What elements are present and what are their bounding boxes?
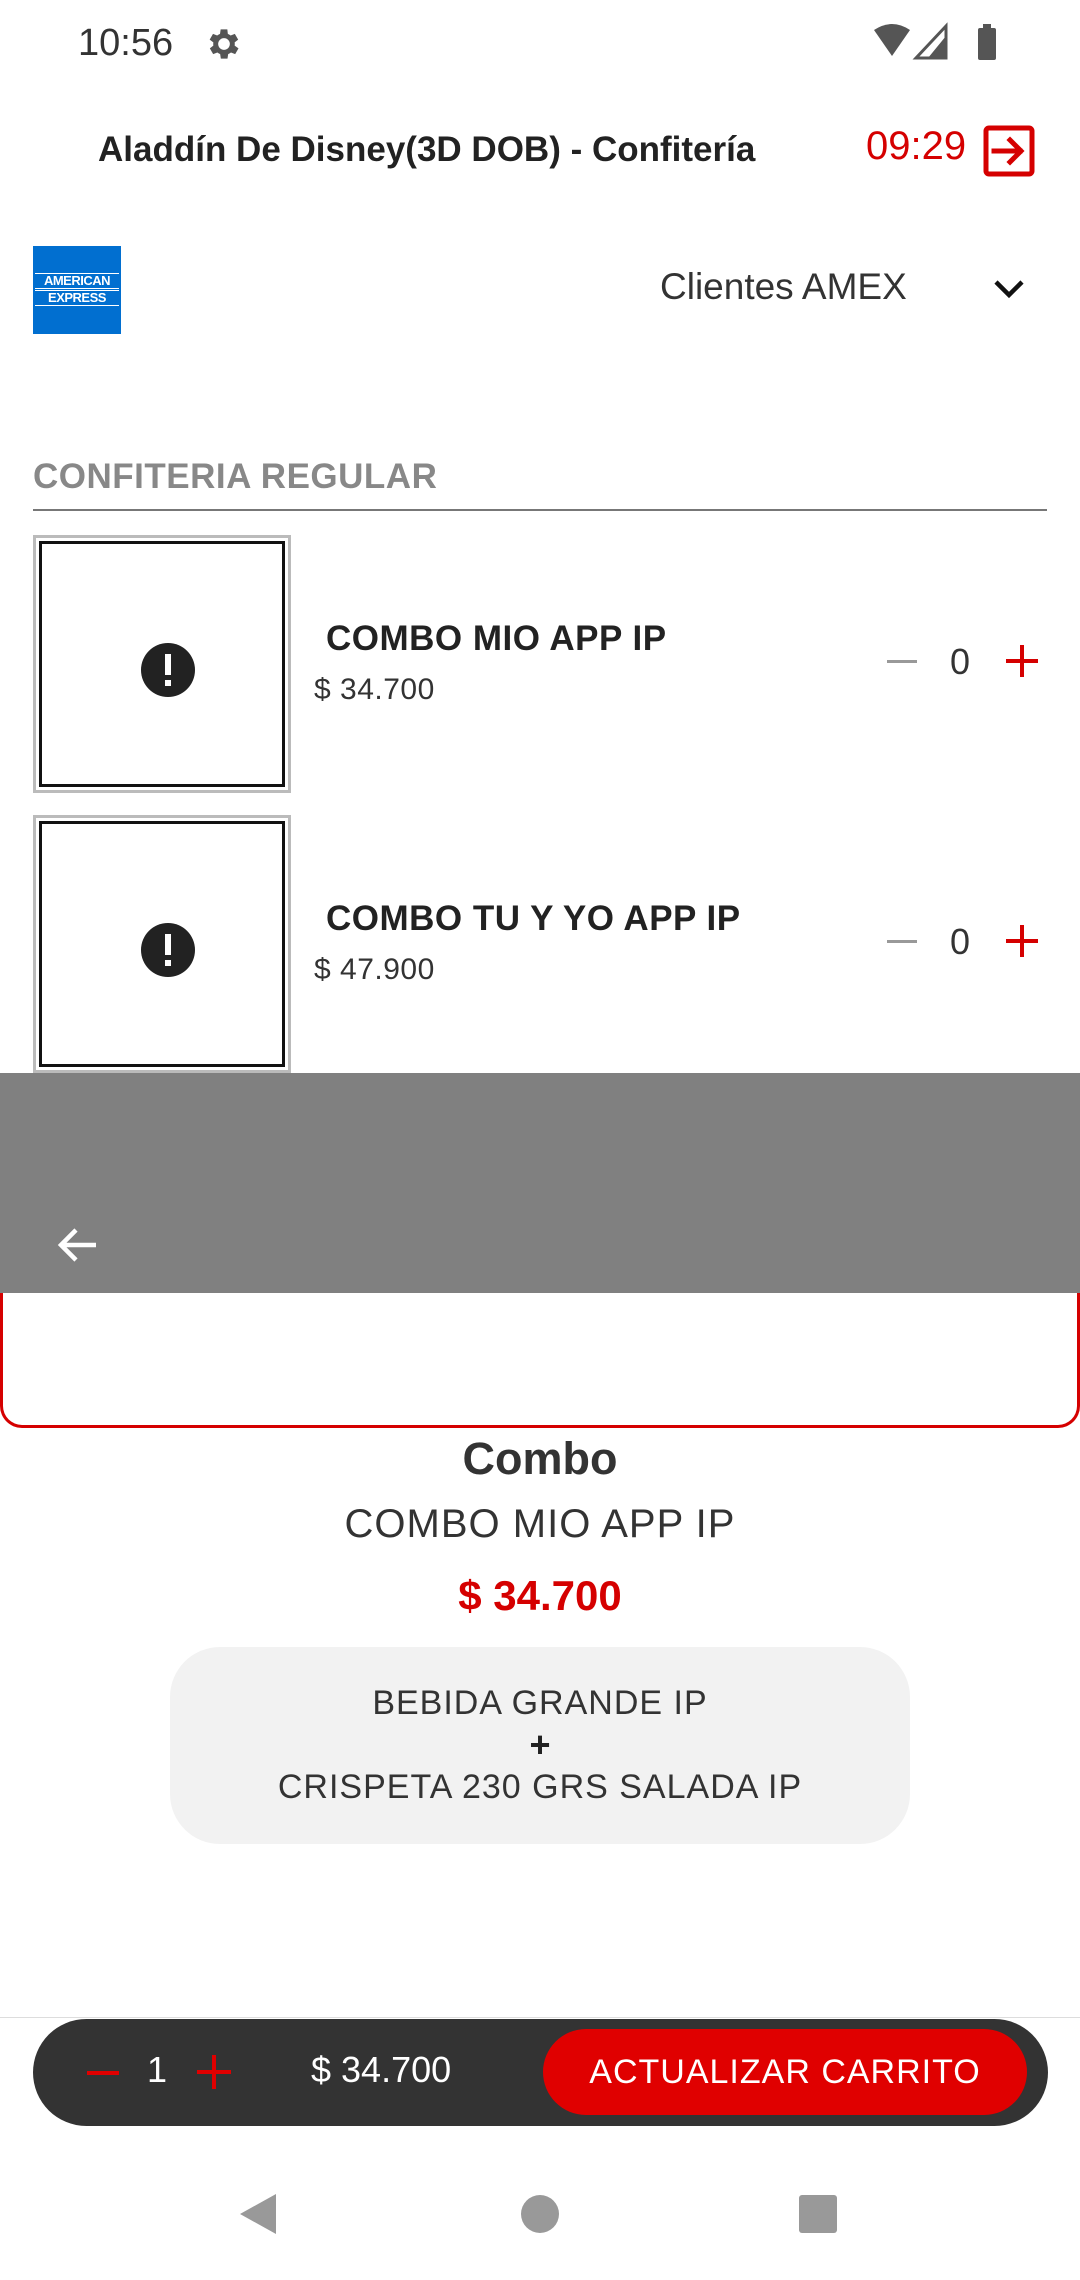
section-title: CONFITERIA REGULAR: [33, 457, 438, 496]
component-item: CRISPETA 230 GRS SALADA IP: [277, 1768, 803, 1806]
update-cart-button[interactable]: ACTUALIZAR CARRITO: [543, 2029, 1027, 2115]
cart-total: $ 34.700: [311, 2049, 452, 2090]
component-item: BEBIDA GRANDE IP: [372, 1684, 708, 1722]
product-item: COMBO TU Y YO APP IP $ 47.900 0: [0, 815, 1080, 1075]
section-divider: [33, 509, 1047, 511]
minus-icon[interactable]: [85, 2055, 121, 2091]
product-quantity: 0: [950, 641, 971, 682]
nav-home-icon[interactable]: [520, 2194, 560, 2234]
plus-icon[interactable]: [195, 2053, 233, 2091]
nav-recent-apps-icon[interactable]: [798, 2194, 838, 2234]
detail-type: Combo: [462, 1433, 618, 1484]
product-item: COMBO MIO APP IP $ 34.700 0: [0, 535, 1080, 795]
detail-toolbar: [0, 1073, 1080, 1293]
minus-icon[interactable]: [885, 645, 919, 679]
status-bar: 10:56: [0, 0, 1080, 88]
detail-product-name: COMBO MIO APP IP: [344, 1502, 736, 1546]
divider: [0, 2017, 1080, 2018]
exit-icon[interactable]: [982, 124, 1036, 178]
detail-image-frame: [0, 1270, 1080, 1428]
detail-price: $ 34.700: [458, 1572, 622, 1619]
client-type-select[interactable]: Clientes AMEX: [660, 266, 907, 308]
amex-logo: AMERICAN EXPRESS: [33, 246, 121, 334]
product-price: $ 47.900: [314, 953, 435, 986]
product-name: COMBO TU Y YO APP IP: [326, 899, 741, 938]
component-separator: +: [529, 1724, 551, 1765]
plus-icon[interactable]: [1004, 643, 1040, 679]
page-title: Aladdín De Disney(3D DOB) - Confitería: [98, 130, 756, 169]
navigation-bar: [0, 2160, 1080, 2280]
combo-components: BEBIDA GRANDE IP + CRISPETA 230 GRS SALA…: [170, 1647, 910, 1844]
app-header: Aladdín De Disney(3D DOB) - Confitería 0…: [0, 110, 1080, 194]
nav-back-icon[interactable]: [236, 2190, 280, 2238]
alert-icon: [141, 643, 195, 697]
gear-icon: [209, 29, 239, 59]
chevron-down-icon[interactable]: [990, 270, 1028, 308]
cart-bar: 1 $ 34.700 ACTUALIZAR CARRITO: [33, 2019, 1048, 2126]
product-quantity: 0: [950, 921, 971, 962]
minus-icon[interactable]: [885, 925, 919, 959]
signal-battery-icons: [874, 22, 996, 60]
session-timer: 09:29: [866, 124, 967, 168]
product-image[interactable]: [33, 535, 291, 793]
product-image[interactable]: [33, 815, 291, 1073]
card-selector[interactable]: AMERICAN EXPRESS Clientes AMEX: [0, 240, 1080, 340]
back-arrow-icon[interactable]: [54, 1221, 102, 1269]
product-price: $ 34.700: [314, 673, 435, 706]
plus-icon[interactable]: [1004, 923, 1040, 959]
product-name: COMBO MIO APP IP: [326, 619, 667, 658]
alert-icon: [141, 923, 195, 977]
status-time: 10:56: [78, 22, 174, 64]
cart-quantity: 1: [147, 2049, 168, 2090]
